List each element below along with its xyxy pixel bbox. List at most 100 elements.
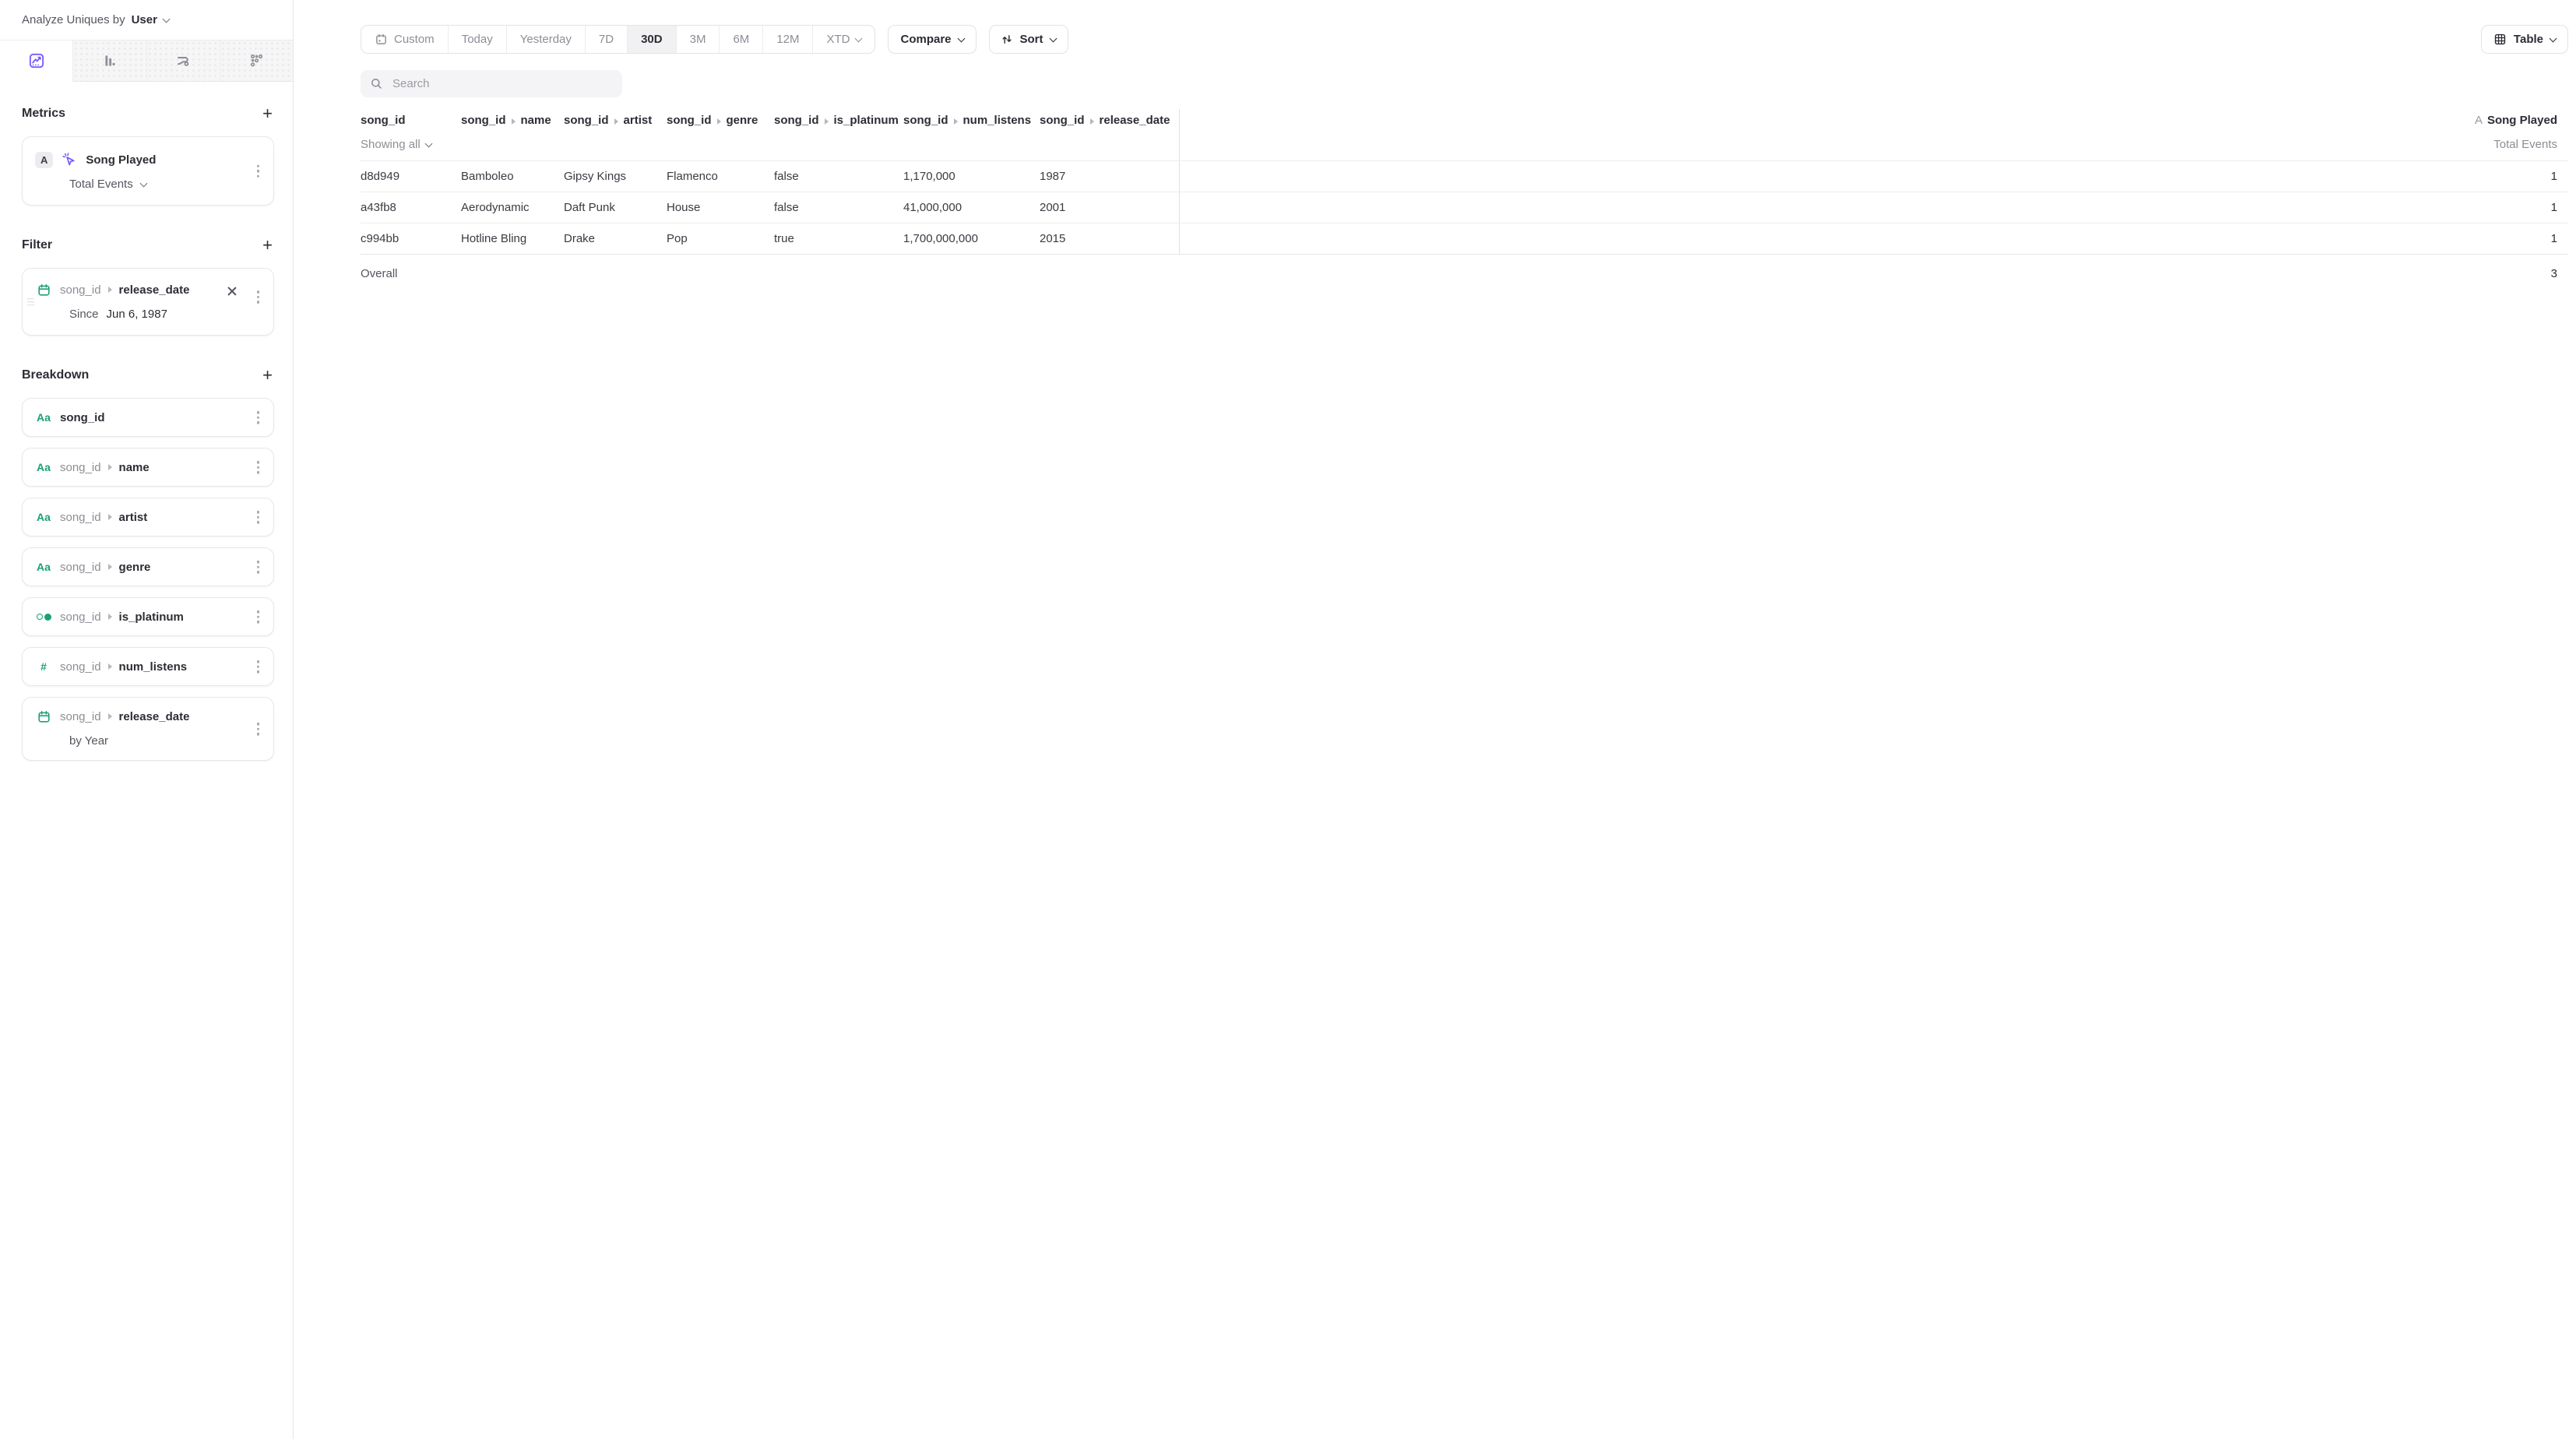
filter-card[interactable]: song_id release_date Since Jun 6, 1987 (22, 268, 274, 336)
breakdown-item[interactable]: Aa song_id name (22, 448, 274, 487)
column-header[interactable]: song_idis_platinum (774, 109, 903, 160)
metric-label: Song Played (2487, 114, 2557, 127)
table-cell: Flamenco (667, 161, 774, 192)
caret-right-icon (108, 514, 112, 520)
breakdown-property: song_id (60, 660, 101, 674)
caret-right-icon (108, 713, 112, 720)
line-chart-icon (28, 52, 45, 69)
metric-value-cell: 1 (1179, 161, 2568, 192)
series-letter: A (2475, 114, 2483, 127)
breakdown-child-property: name (119, 461, 150, 474)
column-child: genre (727, 114, 758, 127)
table-cell: Drake (564, 223, 667, 254)
tab-funnels[interactable] (72, 40, 146, 82)
caret-right-icon (825, 118, 829, 125)
metric-value-cell: 1 (1179, 192, 2568, 223)
boolean-property-icon (35, 614, 52, 621)
table-search[interactable] (361, 70, 622, 97)
range-label: Custom (394, 33, 435, 46)
table-cell: 1,170,000 (903, 161, 1040, 192)
breakdown-item[interactable]: song_id is_platinum (22, 597, 274, 636)
metric-menu-button[interactable] (254, 161, 263, 181)
range-30d[interactable]: 30D (627, 26, 676, 53)
breakdown-menu-button[interactable] (254, 408, 263, 427)
breakdown-property: song_id (60, 610, 101, 624)
breakdown-menu-button[interactable] (254, 607, 263, 627)
breakdown-item[interactable]: Aa song_id artist (22, 498, 274, 537)
table-row[interactable]: d8d949 Bamboleo Gipsy Kings Flamenco fal… (361, 160, 2568, 192)
metric-measurement[interactable]: Total Events (69, 178, 133, 191)
chevron-down-icon (162, 15, 170, 23)
overall-value: 3 (1179, 255, 2568, 293)
results-table: song_id Showing all song_idname song_ida… (361, 109, 2568, 293)
column-child: release_date (1100, 114, 1170, 127)
event-click-icon (61, 151, 78, 168)
tab-insights[interactable] (0, 40, 72, 82)
filter-menu-button[interactable] (254, 287, 263, 307)
range-yesterday[interactable]: Yesterday (506, 26, 585, 53)
tab-retention[interactable] (220, 40, 293, 82)
range-xtd[interactable]: XTD (812, 26, 875, 53)
query-builder-sidebar: Analyze Uniques by User (0, 0, 294, 1439)
compare-button[interactable]: Compare (888, 25, 976, 54)
text-property-icon: Aa (35, 411, 52, 424)
retention-dots-icon (248, 52, 265, 69)
breakdown-menu-button[interactable] (254, 720, 263, 739)
table-row[interactable]: a43fb8 Aerodynamic Daft Punk House false… (361, 192, 2568, 223)
range-today[interactable]: Today (448, 26, 506, 53)
chevron-down-icon (1049, 34, 1057, 42)
range-6m[interactable]: 6M (719, 26, 762, 53)
add-breakdown-button[interactable]: + (261, 367, 274, 384)
entity-selector[interactable]: User (132, 13, 169, 26)
filter-value[interactable]: Jun 6, 1987 (107, 308, 167, 321)
column-header[interactable]: song_idgenre (667, 109, 774, 160)
tab-flows[interactable] (146, 40, 220, 82)
add-filter-button[interactable]: + (261, 237, 274, 254)
breakdown-item[interactable]: Aa song_id genre (22, 547, 274, 586)
table-cell: Bamboleo (461, 161, 564, 192)
range-label: XTD (826, 33, 850, 46)
search-icon (370, 77, 383, 90)
remove-filter-icon[interactable] (227, 286, 238, 297)
breakdown-item[interactable]: # song_id num_listens (22, 647, 274, 686)
column-header[interactable]: song_idartist (564, 109, 667, 160)
column-label: song_id (361, 114, 431, 127)
search-input[interactable] (391, 76, 613, 91)
column-header[interactable]: song_idnum_listens (903, 109, 1040, 160)
add-metric-button[interactable]: + (261, 105, 274, 122)
showing-all-dropdown[interactable]: Showing all (361, 138, 431, 151)
breakdown-menu-button[interactable] (254, 657, 263, 677)
filter-operator[interactable]: Since (69, 308, 99, 321)
text-property-icon: Aa (35, 561, 52, 573)
table-cell: a43fb8 (361, 192, 461, 223)
range-custom[interactable]: Custom (361, 26, 448, 53)
report-toolbar: Custom Today Yesterday 7D 30D 3M 6M 12M … (361, 25, 2568, 54)
drag-handle[interactable] (27, 298, 34, 306)
breakdown-bucketing[interactable]: by Year (69, 734, 108, 748)
column-header[interactable]: song_id release_date (1040, 109, 1179, 160)
breakdown-menu-button[interactable] (254, 508, 263, 527)
breakdown-child-property: is_platinum (119, 610, 184, 624)
range-7d[interactable]: 7D (585, 26, 627, 53)
range-12m[interactable]: 12M (762, 26, 812, 53)
breakdown-menu-button[interactable] (254, 458, 263, 477)
table-row[interactable]: c994bb Hotline Bling Drake Pop true 1,70… (361, 223, 2568, 254)
breakdown-item[interactable]: song_id release_date by Year (22, 697, 274, 761)
column-property: song_id (1040, 114, 1085, 127)
metric-column-header[interactable]: ASong Played Total Events (1179, 109, 2568, 160)
series-badge: A (35, 152, 53, 168)
metric-card[interactable]: A Song Played Total Events (22, 136, 274, 206)
sort-button[interactable]: Sort (989, 25, 1068, 54)
column-header[interactable]: song_idname (461, 109, 564, 160)
range-3m[interactable]: 3M (676, 26, 720, 53)
report-type-tabbar (0, 40, 293, 82)
visualization-select-button[interactable]: Table (2481, 25, 2568, 54)
range-label: 6M (733, 33, 749, 46)
breakdown-item[interactable]: Aa song_id (22, 398, 274, 437)
column-property: song_id (461, 114, 506, 127)
column-header-song-id[interactable]: song_id Showing all (361, 109, 461, 160)
overall-label: Overall (361, 255, 1179, 293)
column-child: artist (624, 114, 653, 127)
chevron-down-icon (855, 34, 863, 42)
breakdown-menu-button[interactable] (254, 558, 263, 577)
